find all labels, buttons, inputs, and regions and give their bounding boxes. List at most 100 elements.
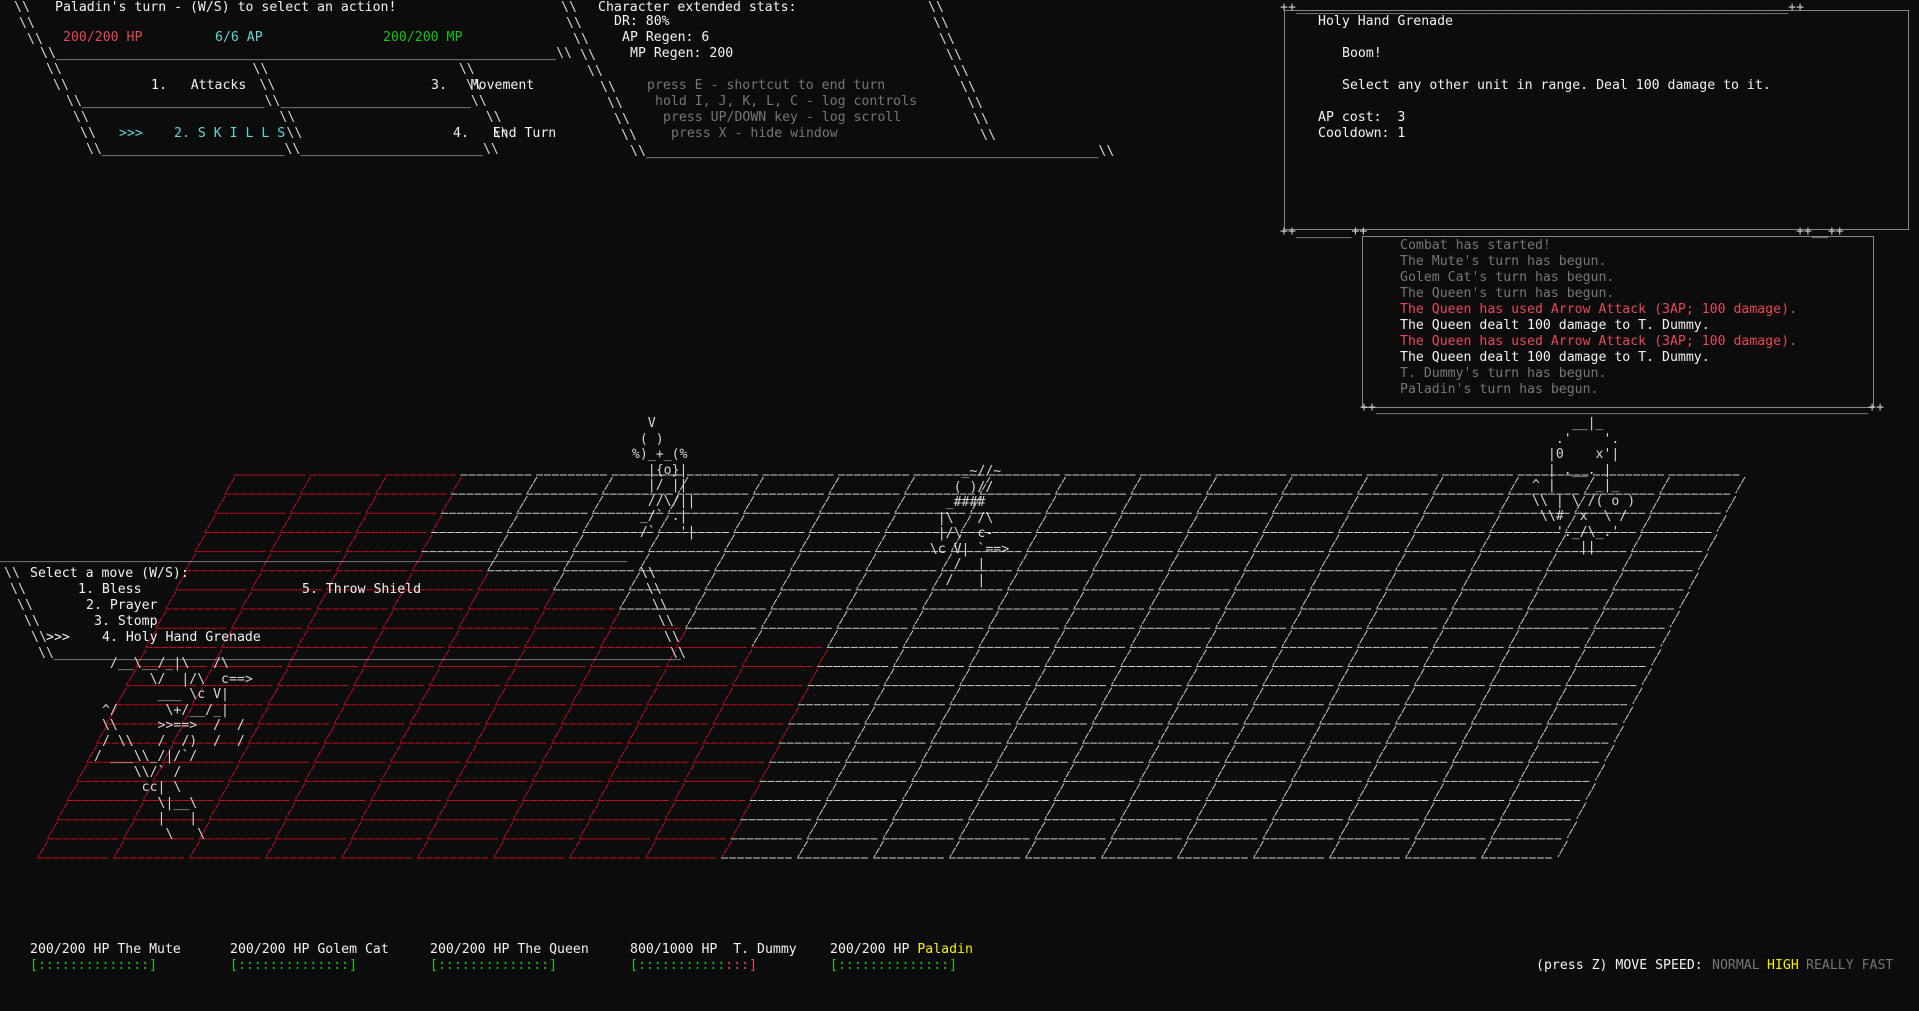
menu-movement[interactable]: 3. Movement	[431, 78, 534, 94]
grid-line	[534, 610, 545, 628]
grid-line	[507, 515, 518, 532]
grid-line	[1291, 763, 1302, 781]
grid-line	[809, 515, 821, 532]
grid-line	[903, 629, 914, 647]
grid-line	[1197, 495, 1208, 513]
grid-line	[165, 591, 177, 609]
grid-line	[819, 495, 830, 513]
grid-line	[365, 495, 377, 513]
grid-line	[998, 591, 1009, 609]
move-menu-frame: ________________________________________…	[0, 548, 628, 563]
grid-line	[808, 668, 819, 685]
grid-line	[1120, 649, 1132, 666]
grid-line	[846, 591, 858, 609]
menu-attacks[interactable]: 1. Attacks	[151, 78, 246, 94]
grid-line	[297, 629, 309, 647]
grid-line	[1215, 610, 1226, 628]
move-1[interactable]: 1. Bless	[78, 582, 142, 598]
grid-line	[835, 763, 847, 781]
speed-high[interactable]: HIGH	[1767, 958, 1799, 974]
grid-line	[1177, 840, 1188, 858]
grid-line	[214, 495, 226, 513]
grid-line	[1206, 629, 1217, 647]
grid-line	[409, 706, 421, 724]
grid-line	[76, 763, 88, 781]
grid-line	[742, 649, 753, 666]
grid-line	[873, 840, 885, 858]
stat-dr: DR: 80%	[614, 14, 670, 29]
stats-panel-frame: \\	[967, 96, 983, 111]
grid-line	[1263, 515, 1274, 532]
grid-line	[441, 495, 453, 513]
grid-line	[1404, 687, 1416, 705]
grid-line	[553, 572, 565, 590]
grid-line	[1707, 534, 1718, 551]
move-speed-label: (press Z) MOVE SPEED:	[1536, 958, 1703, 973]
grid-line	[1102, 534, 1113, 551]
grid-line	[1613, 725, 1624, 743]
golem-cat-sprite[interactable]: _~//~ ( )// _#### |\ /\ |/\ c- \c V| `==…	[898, 464, 1009, 588]
log-line: Paladin's turn has begun.	[1400, 382, 1599, 397]
move-5[interactable]: 5. Throw Shield	[302, 582, 421, 598]
skill-flavor: Boom!	[1342, 46, 1382, 61]
grid-line	[1036, 515, 1047, 532]
move-4-selected[interactable]: 4. Holy Hand Grenade	[102, 630, 261, 646]
grid-line	[1528, 744, 1539, 762]
menu-skills[interactable]: 2. S K I L L S	[174, 126, 285, 142]
grid-line	[1509, 783, 1520, 800]
action-menu-row-frame: \\_______________________\\_____________…	[66, 94, 487, 109]
mute-and-paladin-sprites[interactable]: /__\__/_|\ /\ \/ |/\ c==> ___ \c V| ^/ \…	[94, 656, 253, 842]
stats-panel-frame: \\	[566, 16, 582, 31]
grid-line	[1082, 725, 1094, 743]
grid-line	[837, 610, 848, 628]
stats-panel-frame: \\	[933, 16, 949, 31]
stats-panel-frame: \\	[960, 80, 976, 95]
stats-panel-frame: \\	[561, 0, 577, 15]
grid-line	[224, 476, 236, 494]
grid-line	[734, 515, 745, 532]
grid-line	[807, 821, 818, 839]
menu-end-turn[interactable]: 4. End Turn	[453, 126, 556, 142]
grid-line	[1461, 572, 1472, 590]
grid-line	[740, 802, 752, 819]
grid-line	[113, 840, 125, 858]
grid-line	[1414, 668, 1425, 685]
unit-hp-text: 200/200 HP	[30, 942, 118, 957]
dummy-sprite[interactable]: __|_ .' '. |0 x'| | .__. | ^ | _|_ \\ | …	[1532, 416, 1635, 556]
grid-line	[1215, 763, 1226, 781]
grid-line	[353, 668, 365, 685]
grid-line	[307, 610, 318, 628]
move-2[interactable]: 2. Prayer	[86, 598, 157, 614]
grid-line	[451, 476, 462, 494]
action-menu-row-frame: \\ \\ \\	[46, 62, 475, 77]
grid-line	[1556, 687, 1567, 705]
stats-panel-frame: \\	[939, 32, 955, 47]
grid-line	[1206, 476, 1217, 494]
unit-hp-label: 800/1000 HP T. Dummy	[630, 942, 797, 958]
grid-line	[608, 763, 619, 781]
stats-panel-frame: \\	[607, 96, 623, 111]
move-3[interactable]: 3. Stomp	[94, 614, 158, 630]
grid-line	[968, 802, 980, 819]
grid-line	[645, 840, 657, 858]
speed-really-fast[interactable]: REALLY FAST	[1806, 958, 1893, 974]
grid-line	[788, 706, 800, 724]
stat-ap-regen: AP Regen: 6	[622, 30, 710, 45]
grid-line	[1025, 687, 1037, 705]
queen-sprite[interactable]: V ( ) %)_+_(% |{o}| |/ || //\/|| _/` .| …	[616, 416, 696, 540]
grid-line	[341, 840, 353, 858]
grid-line	[1357, 476, 1368, 494]
grid-line	[1623, 706, 1634, 724]
speed-normal[interactable]: NORMAL	[1712, 958, 1760, 974]
grid-line	[503, 821, 514, 839]
grid-line	[485, 706, 497, 724]
move-cursor: >>>	[46, 630, 70, 645]
grid-line	[189, 840, 201, 858]
grid-line	[685, 610, 697, 628]
grid-line	[1092, 706, 1103, 724]
grid-line	[969, 649, 980, 666]
grid-line	[1064, 610, 1075, 628]
unit-hp-text: 200/200 HP	[830, 942, 918, 957]
unit-hp-bar: [::::::::::::::]	[30, 958, 157, 974]
grid-line	[1576, 802, 1587, 819]
